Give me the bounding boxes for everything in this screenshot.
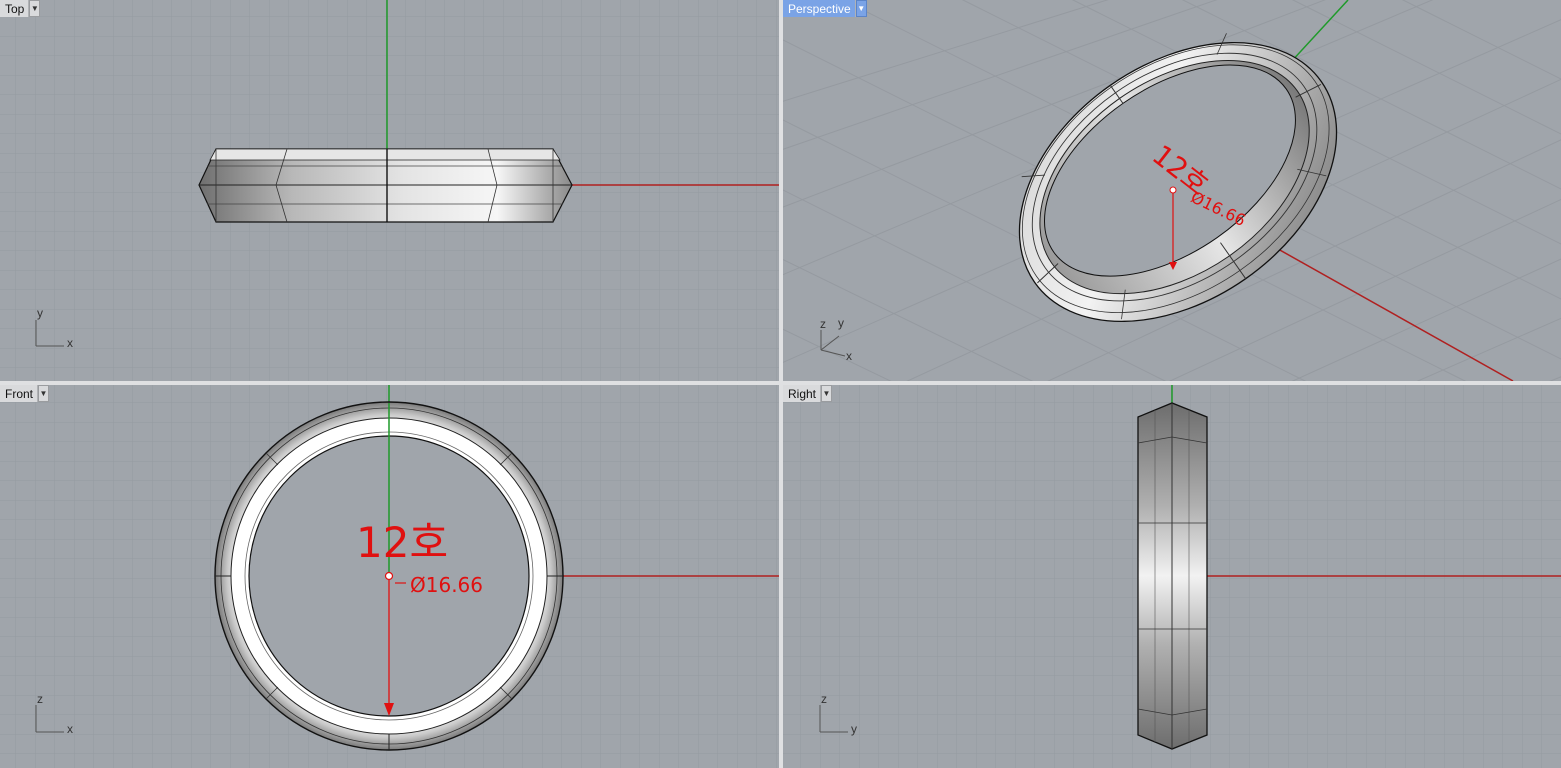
viewport-front[interactable]: Front ▼ 12호 Ø16.66 z x (0, 385, 779, 768)
viewport-splitter-horizontal[interactable] (0, 381, 1561, 385)
axis-label-b: x (846, 349, 852, 363)
viewport-label[interactable]: Perspective (783, 0, 856, 17)
axis-label-a: z (37, 692, 43, 706)
viewport-tab-right[interactable]: Right ▼ (783, 385, 833, 402)
axis-label-a: z (821, 692, 827, 706)
viewport-tab-front[interactable]: Front ▼ (0, 385, 50, 402)
axis-gizmo (820, 330, 846, 357)
right-view-canvas: z y (783, 385, 1561, 768)
viewport-tab-perspective[interactable]: Perspective ▼ (783, 0, 867, 17)
axis-label-b: x (67, 336, 73, 350)
chevron-down-icon[interactable]: ▼ (855, 0, 867, 17)
viewport-grid: Top ▼ y x Perspective ▼ 12호 Ø16.66 z y x… (0, 0, 1561, 768)
axis-label-a: y (838, 316, 844, 330)
viewport-top[interactable]: Top ▼ y x (0, 0, 779, 381)
axis-label-b: y (851, 722, 857, 736)
ring-right-profile (1137, 402, 1208, 750)
viewport-label[interactable]: Right (783, 385, 822, 402)
chevron-down-icon[interactable]: ▼ (38, 385, 50, 402)
ring-top-projection (198, 148, 573, 223)
ring-perspective (1018, 33, 1338, 323)
perspective-view-canvas: 12호 Ø16.66 z y x (783, 0, 1561, 381)
viewport-label[interactable]: Top (0, 0, 30, 17)
axis-label-a: y (37, 306, 43, 320)
chevron-down-icon[interactable]: ▼ (29, 0, 41, 17)
front-view-canvas: 12호 Ø16.66 z x (0, 385, 779, 768)
diameter-label-front: Ø16.66 (410, 573, 483, 597)
viewport-right[interactable]: Right ▼ z y (783, 385, 1561, 768)
viewport-perspective[interactable]: Perspective ▼ 12호 Ø16.66 z y x (783, 0, 1561, 381)
axis-label-z: z (820, 317, 826, 331)
top-view-canvas: y x (0, 0, 779, 381)
viewport-tab-top[interactable]: Top ▼ (0, 0, 41, 17)
chevron-down-icon[interactable]: ▼ (821, 385, 833, 402)
size-label-front: 12호 (356, 518, 448, 567)
axis-label-b: x (67, 722, 73, 736)
viewport-label[interactable]: Front (0, 385, 39, 402)
